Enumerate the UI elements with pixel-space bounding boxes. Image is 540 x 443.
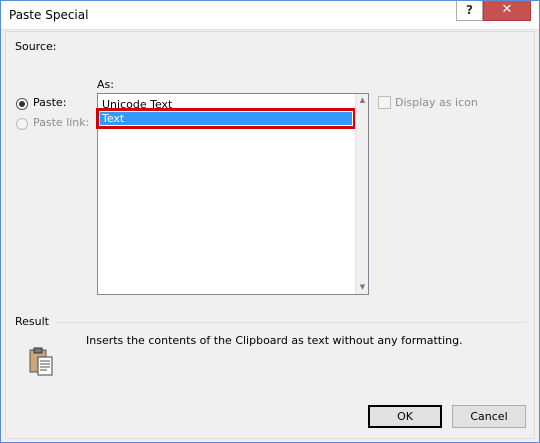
paste-special-dialog: Paste Special ? ✕ Source: As: Paste: Pas… <box>0 0 540 443</box>
paste-radio[interactable] <box>16 98 28 110</box>
scroll-up-icon[interactable]: ▲ <box>356 94 369 107</box>
cancel-button[interactable]: Cancel <box>452 405 526 428</box>
list-item-text[interactable]: Text <box>96 108 356 129</box>
dialog-title: Paste Special <box>9 8 89 22</box>
close-button[interactable]: ✕ <box>483 1 531 21</box>
dialog-body: Source: As: Paste: Paste link: Unicode T… <box>5 31 535 439</box>
as-label: As: <box>97 78 114 91</box>
help-button[interactable]: ? <box>456 1 483 21</box>
listbox-scrollbar[interactable]: ▲ ▼ <box>355 94 368 294</box>
close-icon: ✕ <box>501 2 513 17</box>
display-as-icon-label[interactable]: Display as icon <box>395 96 478 109</box>
as-format-listbox[interactable]: Unicode Text Text ▲ ▼ <box>96 93 369 295</box>
paste-radio-label[interactable]: Paste: <box>33 96 66 109</box>
list-item-unicode-text[interactable]: Unicode Text <box>100 98 352 111</box>
paste-link-radio[interactable] <box>16 118 28 130</box>
result-label: Result <box>15 315 49 328</box>
title-bar: Paste Special ? ✕ <box>1 1 539 30</box>
display-as-icon-checkbox[interactable] <box>378 96 391 109</box>
paste-link-radio-label[interactable]: Paste link: <box>33 116 89 129</box>
result-description: Inserts the contents of the Clipboard as… <box>86 334 463 347</box>
result-separator <box>56 322 526 323</box>
source-label: Source: <box>15 40 57 53</box>
clipboard-paste-icon <box>29 347 53 376</box>
scroll-down-icon[interactable]: ▼ <box>356 281 369 294</box>
ok-button[interactable]: OK <box>368 405 442 428</box>
